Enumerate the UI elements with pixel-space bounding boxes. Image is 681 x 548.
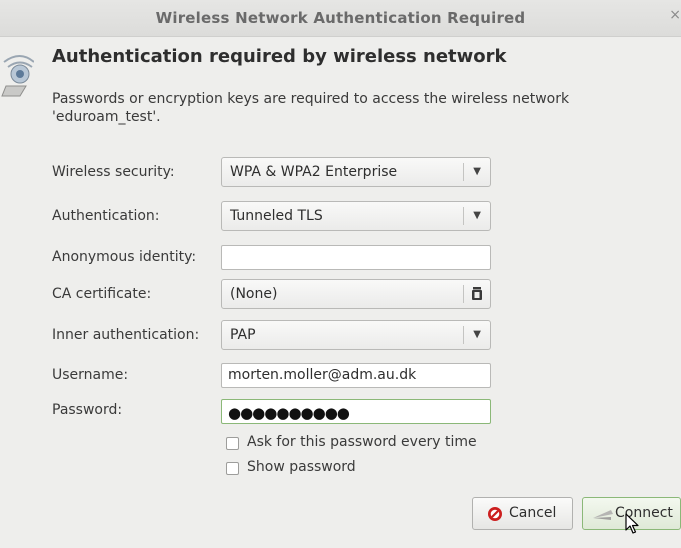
username-input[interactable]: morten.moller@adm.au.dk: [221, 363, 491, 388]
wireless-security-label: Wireless security:: [52, 164, 175, 180]
description-line-1: Passwords or encryption keys are require…: [52, 91, 570, 107]
authentication-combo[interactable]: Tunneled TLS ▼: [221, 201, 491, 231]
combo-separator: [463, 326, 464, 344]
cancel-label: Cancel: [509, 505, 557, 521]
cancel-button[interactable]: Cancel: [472, 497, 573, 530]
password-label: Password:: [52, 402, 123, 418]
authentication-label: Authentication:: [52, 208, 160, 224]
username-value: morten.moller@adm.au.dk: [228, 367, 417, 383]
authentication-value: Tunneled TLS: [230, 208, 323, 224]
dialog-heading: Authentication required by wireless netw…: [52, 46, 507, 67]
dropdown-arrow-icon[interactable]: ▼: [473, 166, 481, 177]
inner-authentication-label: Inner authentication:: [52, 327, 200, 343]
inner-authentication-value: PAP: [230, 327, 256, 343]
anonymous-identity-label: Anonymous identity:: [52, 249, 197, 265]
ask-password-label[interactable]: Ask for this password every time: [247, 434, 477, 450]
ca-certificate-label: CA certificate:: [52, 286, 152, 302]
ca-certificate-value: (None): [230, 286, 278, 302]
password-input[interactable]: ●●●●●●●●●●: [221, 399, 491, 424]
window-titlebar: Wireless Network Authentication Required…: [0, 0, 681, 37]
show-password-label[interactable]: Show password: [247, 459, 356, 475]
cancel-icon: [488, 507, 502, 521]
wireless-security-value: WPA & WPA2 Enterprise: [230, 164, 398, 180]
dropdown-arrow-icon[interactable]: ▼: [473, 210, 481, 221]
mouse-cursor: [625, 513, 639, 534]
wireless-network-icon: [1, 55, 34, 97]
combo-separator: [463, 163, 464, 181]
anonymous-identity-input[interactable]: [221, 245, 491, 270]
connect-icon: [593, 510, 613, 520]
inner-authentication-combo[interactable]: PAP ▼: [221, 320, 491, 350]
file-chooser-icon[interactable]: [471, 287, 483, 301]
window-title: Wireless Network Authentication Required: [155, 9, 526, 27]
close-icon[interactable]: ×: [669, 7, 681, 23]
password-masked-value: ●●●●●●●●●●: [228, 404, 350, 422]
show-password-checkbox[interactable]: [226, 462, 239, 475]
dialog-description: Passwords or encryption keys are require…: [52, 90, 652, 126]
chooser-separator: [463, 285, 464, 303]
dropdown-arrow-icon[interactable]: ▼: [473, 329, 481, 340]
wireless-security-combo[interactable]: WPA & WPA2 Enterprise ▼: [221, 157, 491, 187]
description-line-2: 'eduroam_test'.: [52, 109, 161, 125]
ask-password-checkbox[interactable]: [226, 437, 239, 450]
ca-certificate-chooser[interactable]: (None): [221, 279, 491, 309]
combo-separator: [463, 207, 464, 225]
username-label: Username:: [52, 367, 129, 383]
connect-label: Connect: [615, 505, 673, 521]
